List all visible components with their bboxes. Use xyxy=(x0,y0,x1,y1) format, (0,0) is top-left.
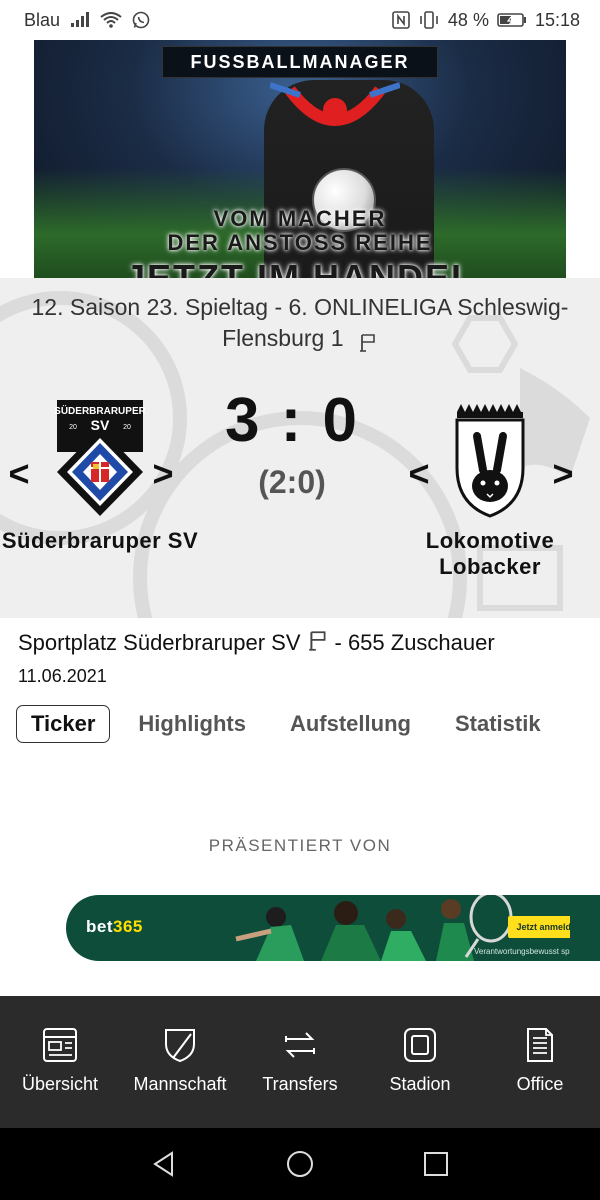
bet365-disclaimer: Verantwortungsbewusst spielen 18+ xyxy=(474,947,600,956)
stadium-icon xyxy=(404,1028,436,1062)
ad-banner-bet365[interactable]: bet365 Jetzt anmelden Verantwortungsbewu… xyxy=(66,895,600,961)
wifi-icon xyxy=(100,12,122,28)
venue-name: Sportplatz Süderbraruper SV xyxy=(18,630,301,655)
match-header: 12. Saison 23. Spieltag - 6. ONLINELIGA … xyxy=(0,278,600,618)
presented-by-label: PRÄSENTIERT VON xyxy=(208,836,392,855)
nav-label: Mannschaft xyxy=(133,1074,227,1094)
svg-text:20: 20 xyxy=(123,424,131,431)
tab-aufstellung[interactable]: Aufstellung xyxy=(276,706,425,742)
league-info: 12. Saison 23. Spieltag - 6. ONLINELIGA … xyxy=(20,292,580,354)
venue-info: Sportplatz Süderbraruper SV - 655 Zuschau… xyxy=(18,630,495,656)
home-next-arrow[interactable]: > xyxy=(148,456,178,492)
battery-percent: 48 % xyxy=(447,9,489,30)
status-bar: Blau 48 % 15:18 xyxy=(0,0,600,40)
tab-highlights[interactable]: Highlights xyxy=(124,706,260,742)
tab-statistik[interactable]: Statistik xyxy=(441,706,555,742)
away-team-name[interactable]: Lokomotive Lobacker xyxy=(390,528,590,580)
home-team-crest: SÜDERBRARUPER SV 20 20 xyxy=(54,400,147,516)
system-navigation-bar xyxy=(0,1128,600,1200)
whatsapp-icon xyxy=(132,11,150,29)
document-icon xyxy=(527,1028,553,1062)
svg-text:SÜDERBRARUPER: SÜDERBRARUPER xyxy=(55,404,145,417)
home-icon[interactable] xyxy=(282,1146,318,1182)
bet365-logo: bet365 xyxy=(86,917,143,936)
nav-label: Stadion xyxy=(389,1074,451,1094)
nav-mannschaft[interactable]: Mannschaft xyxy=(120,996,240,1128)
carrier-label: Blau xyxy=(24,9,61,30)
away-next-arrow[interactable]: > xyxy=(548,456,578,492)
match-date: 11.06.2021 xyxy=(18,666,107,686)
vibrate-icon xyxy=(418,11,440,29)
bottom-navigation: Übersicht Mannschaft Transfers Stadion O… xyxy=(0,996,600,1128)
ad-athletes-graphic xyxy=(235,895,513,961)
nav-stadion[interactable]: Stadion xyxy=(360,996,480,1128)
final-score: 3 : 0 xyxy=(224,386,360,455)
corner-flag-icon xyxy=(307,630,329,652)
svg-text:20: 20 xyxy=(69,424,77,431)
league-text: 12. Saison 23. Spieltag - 6. ONLINELIGA … xyxy=(31,294,569,351)
away-team-crest xyxy=(455,404,525,518)
shield-icon xyxy=(165,1029,195,1063)
nav-uebersicht[interactable]: Übersicht xyxy=(0,996,120,1128)
nav-label: Transfers xyxy=(262,1074,338,1094)
nav-label: Übersicht xyxy=(21,1074,99,1094)
nav-transfers[interactable]: Transfers xyxy=(240,996,360,1128)
ad-line-3: JETZT IM HANDEL xyxy=(125,257,475,279)
nfc-icon xyxy=(392,11,410,29)
bet365-signup-button[interactable]: Jetzt anmelden xyxy=(508,916,590,938)
ad-banner-fussballmanager[interactable]: FUSSBALLMANAGER VOM MACHER DER ANSTOSS R… xyxy=(34,40,566,278)
ad-line-1: VOM MACHER xyxy=(213,206,387,231)
clock: 15:18 xyxy=(534,9,580,30)
ad-brand-label: FUSSBALLMANAGER xyxy=(162,46,438,78)
transfer-arrows-icon xyxy=(285,1032,315,1058)
recents-icon[interactable] xyxy=(418,1146,454,1182)
spectators: - 655 Zuschauer xyxy=(334,630,495,655)
tab-ticker[interactable]: Ticker xyxy=(16,705,111,743)
home-team-name[interactable]: Süderbraruper SV xyxy=(0,528,200,554)
corner-flag-icon xyxy=(358,330,378,352)
match-tabs: Ticker Highlights Aufstellung Statistik xyxy=(16,705,555,743)
ad-logo-graphic xyxy=(270,82,400,126)
overview-icon xyxy=(43,1028,77,1062)
signal-icon xyxy=(70,12,90,28)
battery-icon xyxy=(497,12,527,28)
ad-line-2: DER ANSTOSS REIHE xyxy=(167,230,433,255)
nav-label: Office xyxy=(516,1074,564,1094)
halftime-score: (2:0) xyxy=(258,464,326,500)
nav-office[interactable]: Office xyxy=(480,996,600,1128)
back-icon[interactable] xyxy=(146,1146,182,1182)
